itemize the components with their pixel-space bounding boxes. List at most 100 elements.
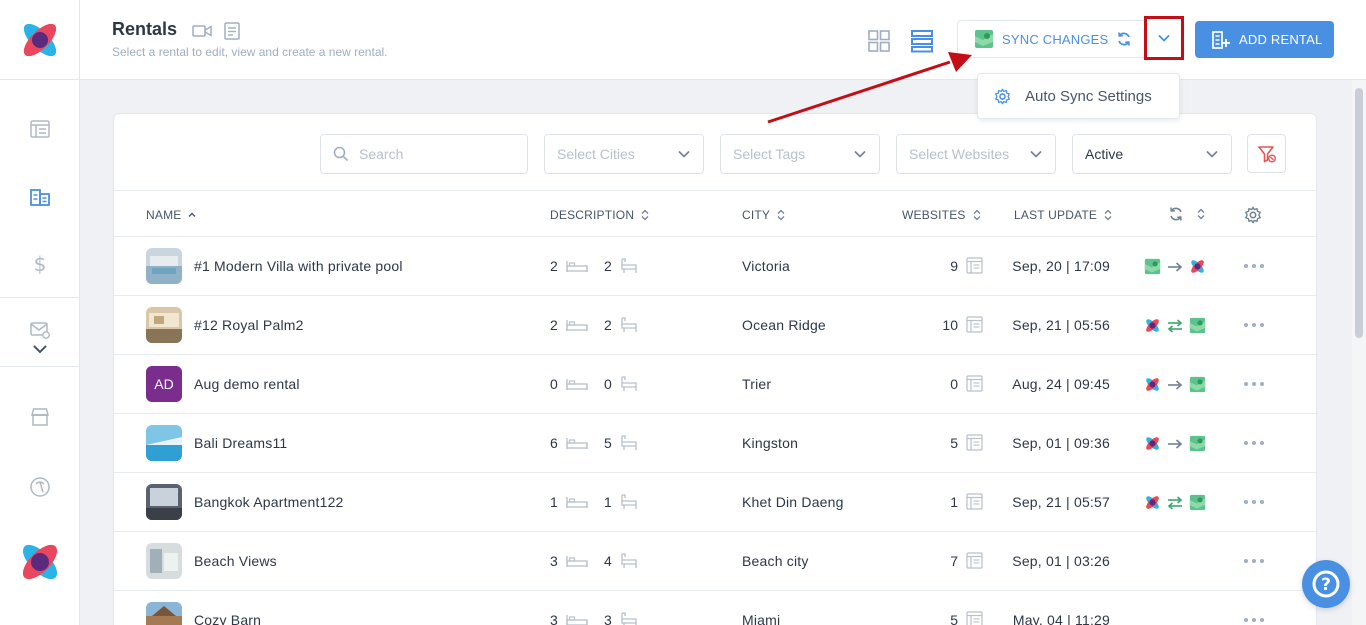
tags-select[interactable]: Select Tags bbox=[720, 134, 880, 174]
add-rental-button[interactable]: ADD RENTAL bbox=[1195, 21, 1334, 58]
more-dot bbox=[1260, 264, 1264, 268]
rental-thumbnail[interactable] bbox=[146, 602, 182, 625]
grid-view-icon[interactable] bbox=[868, 30, 890, 52]
rental-name[interactable]: Bangkok Apartment122 bbox=[194, 494, 344, 510]
rental-thumbnail[interactable] bbox=[146, 248, 182, 284]
sort-icon bbox=[1197, 208, 1205, 220]
rental-name[interactable]: Bali Dreams11 bbox=[194, 435, 287, 451]
bath-icon bbox=[621, 317, 637, 332]
table-row[interactable]: Bali Dreams11 6 5 Kingston 5 Sep, 01 | 0… bbox=[114, 414, 1318, 473]
websites-link[interactable] bbox=[966, 434, 983, 456]
sync-options-toggle[interactable] bbox=[1144, 16, 1184, 60]
column-description[interactable]: DESCRIPTION bbox=[550, 208, 650, 222]
brand-icon bbox=[1191, 260, 1204, 273]
rental-thumbnail[interactable] bbox=[146, 484, 182, 520]
table-row[interactable]: #1 Modern Villa with private pool 2 2 Vi… bbox=[114, 237, 1318, 296]
websites-link[interactable] bbox=[966, 375, 983, 397]
table-row[interactable]: Bangkok Apartment122 1 1 Khet Din Daeng … bbox=[114, 473, 1318, 532]
column-name[interactable]: NAME bbox=[146, 208, 197, 222]
rental-name[interactable]: Aug demo rental bbox=[194, 376, 300, 392]
map-icon bbox=[1144, 258, 1161, 275]
column-sync[interactable] bbox=[1168, 206, 1206, 222]
rental-thumbnail[interactable] bbox=[146, 307, 182, 343]
websites-link[interactable] bbox=[966, 611, 983, 625]
row-actions-button[interactable] bbox=[1244, 434, 1264, 452]
website-icon bbox=[966, 375, 983, 392]
map-icon bbox=[1189, 435, 1206, 452]
search-input[interactable] bbox=[359, 146, 509, 162]
sidebar-expand-toggle[interactable] bbox=[28, 340, 52, 358]
more-dot bbox=[1260, 441, 1264, 445]
chevron-down-icon bbox=[33, 345, 47, 354]
sidebar-item-rentals[interactable] bbox=[28, 185, 52, 209]
app-logo[interactable] bbox=[18, 18, 62, 62]
rental-name[interactable]: #1 Modern Villa with private pool bbox=[194, 258, 403, 274]
bed-count: 3 bbox=[550, 553, 558, 569]
page-scrollbar[interactable] bbox=[1352, 80, 1366, 625]
bed-icon bbox=[566, 556, 588, 567]
sidebar-item-store[interactable] bbox=[28, 405, 52, 429]
row-actions-button[interactable] bbox=[1244, 316, 1264, 334]
websites-link[interactable] bbox=[966, 257, 983, 279]
bath-icon bbox=[621, 435, 637, 450]
rental-name[interactable]: Beach Views bbox=[194, 553, 277, 569]
row-actions-button[interactable] bbox=[1244, 493, 1264, 511]
row-actions-button[interactable] bbox=[1244, 611, 1264, 625]
bath-count: 3 bbox=[604, 612, 612, 625]
map-icon bbox=[1189, 376, 1206, 393]
bath-count: 0 bbox=[604, 376, 612, 392]
rental-name[interactable]: Cozy Barn bbox=[194, 612, 261, 625]
video-icon[interactable] bbox=[192, 22, 212, 40]
last-update: Aug, 24 | 09:45 bbox=[1012, 376, 1110, 392]
row-actions-button[interactable] bbox=[1244, 375, 1264, 393]
auto-sync-settings-item[interactable]: Auto Sync Settings bbox=[977, 73, 1180, 119]
sidebar-item-listings[interactable] bbox=[28, 117, 52, 141]
websites-link[interactable] bbox=[966, 316, 983, 338]
clear-filters-button[interactable] bbox=[1247, 134, 1286, 173]
sync-changes-button[interactable]: SYNC CHANGES bbox=[957, 20, 1145, 58]
refresh-icon bbox=[1170, 207, 1182, 221]
add-rental-label: ADD RENTAL bbox=[1239, 32, 1323, 47]
help-button[interactable]: ? bbox=[1302, 560, 1350, 608]
search-box[interactable] bbox=[320, 134, 528, 174]
column-websites[interactable]: WEBSITES bbox=[902, 208, 982, 222]
list-view-icon[interactable] bbox=[910, 29, 934, 53]
sort-icon bbox=[641, 209, 649, 221]
sidebar-item-messages[interactable] bbox=[28, 318, 52, 342]
row-actions-button[interactable] bbox=[1244, 552, 1264, 570]
rental-city: Victoria bbox=[742, 258, 791, 274]
bath-icon bbox=[621, 376, 637, 391]
document-icon[interactable] bbox=[222, 22, 242, 40]
svg-text:$: $ bbox=[34, 253, 47, 275]
websites-select[interactable]: Select Websites bbox=[896, 134, 1056, 174]
table-row[interactable]: #12 Royal Palm2 2 2 Ocean Ridge 10 Sep, … bbox=[114, 296, 1318, 355]
rental-avatar[interactable]: AD bbox=[146, 366, 182, 402]
column-city[interactable]: CITY bbox=[742, 208, 786, 222]
rental-description: 1 1 bbox=[550, 494, 654, 510]
table-row[interactable]: Cozy Barn 3 3 Miami 5 May, 04 | 11:29 bbox=[114, 591, 1318, 625]
status-select[interactable]: Active bbox=[1072, 134, 1232, 174]
sidebar-divider bbox=[0, 366, 79, 367]
cities-select[interactable]: Select Cities bbox=[544, 134, 704, 174]
table-header: NAME DESCRIPTION CITY WEBSITES LAST UPDA… bbox=[114, 191, 1318, 237]
websites-link[interactable] bbox=[966, 552, 983, 574]
last-update: Sep, 01 | 09:36 bbox=[1012, 435, 1110, 451]
row-actions-button[interactable] bbox=[1244, 257, 1264, 275]
table-row[interactable]: AD Aug demo rental 0 0 Trier 0 Aug, 24 |… bbox=[114, 355, 1318, 414]
sidebar-item-activities[interactable] bbox=[28, 475, 52, 499]
sort-icon bbox=[1104, 209, 1112, 221]
sidebar-item-finance[interactable]: $ bbox=[28, 252, 52, 276]
rental-thumbnail[interactable] bbox=[146, 543, 182, 579]
scrollbar-thumb[interactable] bbox=[1355, 88, 1363, 338]
more-dot bbox=[1252, 559, 1256, 563]
websites-link[interactable] bbox=[966, 493, 983, 515]
rental-city: Beach city bbox=[742, 553, 809, 569]
rental-thumbnail[interactable] bbox=[146, 425, 182, 461]
status-value: Active bbox=[1085, 146, 1124, 162]
bed-icon bbox=[566, 615, 588, 625]
table-row[interactable]: Beach Views 3 4 Beach city 7 Sep, 01 | 0… bbox=[114, 532, 1318, 591]
column-settings-button[interactable] bbox=[1244, 206, 1262, 224]
rental-name[interactable]: #12 Royal Palm2 bbox=[194, 317, 304, 333]
column-last-update[interactable]: LAST UPDATE bbox=[1014, 208, 1113, 222]
website-count: 5 bbox=[950, 435, 958, 451]
